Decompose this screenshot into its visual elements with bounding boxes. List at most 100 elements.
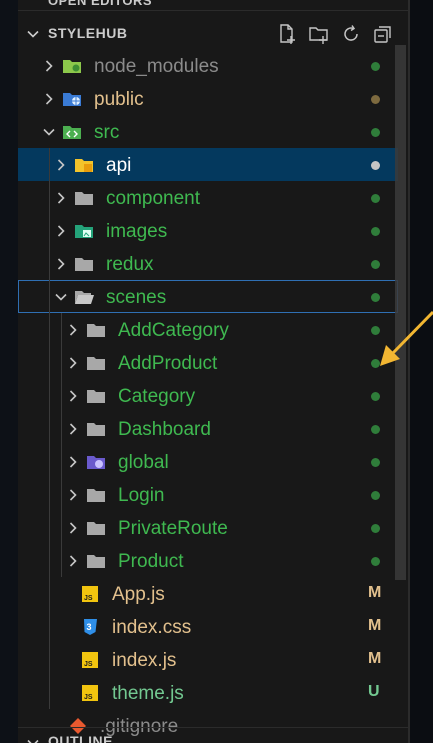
folder-icon bbox=[86, 519, 106, 537]
tree-folder-row[interactable]: node_modules bbox=[18, 49, 398, 82]
folder-icon bbox=[86, 321, 106, 339]
editor-edge bbox=[0, 0, 18, 743]
open-editors-label: OPEN EDITORS bbox=[48, 0, 153, 8]
tree-file-row[interactable]: JS index.js M bbox=[18, 643, 398, 676]
tree-item-label: src bbox=[94, 122, 120, 143]
svg-text:JS: JS bbox=[84, 694, 93, 701]
chevron-right-icon[interactable] bbox=[54, 224, 68, 238]
git-status-badge: U bbox=[368, 683, 380, 700]
chevron-right-icon[interactable] bbox=[66, 521, 80, 535]
tree-item-label: public bbox=[94, 89, 144, 110]
tree-folder-row[interactable]: Category bbox=[18, 379, 398, 412]
chevron-right-icon[interactable] bbox=[54, 158, 68, 172]
tree-folder-row[interactable]: AddCategory bbox=[18, 313, 398, 346]
tree-file-row[interactable]: 3 index.css M bbox=[18, 610, 398, 643]
chevron-right-icon[interactable] bbox=[66, 554, 80, 568]
tree-item-label: node_modules bbox=[94, 56, 219, 77]
tree-item-label: Dashboard bbox=[118, 419, 211, 440]
refresh-button[interactable] bbox=[338, 22, 364, 46]
tree-file-row[interactable]: JS theme.js U bbox=[18, 676, 398, 709]
tree-folder-row[interactable]: public bbox=[18, 82, 398, 115]
git-status-dot bbox=[371, 194, 380, 203]
collapse-all-icon bbox=[374, 26, 391, 43]
chevron-down-icon bbox=[27, 739, 39, 743]
tree-item-label: component bbox=[106, 188, 201, 209]
tree-item-label: PrivateRoute bbox=[118, 518, 228, 539]
tree-folder-row[interactable]: global bbox=[18, 445, 398, 478]
outline-title: OUTLINE bbox=[48, 733, 113, 743]
new-folder-button[interactable] bbox=[306, 22, 332, 46]
folder-icon bbox=[86, 354, 106, 372]
tree-folder-row[interactable]: scenes bbox=[18, 280, 398, 313]
api-folder-icon bbox=[74, 156, 94, 174]
explorer-actions bbox=[274, 22, 396, 46]
git-status-dot bbox=[371, 62, 380, 71]
chevron-right-icon[interactable] bbox=[66, 455, 80, 469]
tree-item-label: theme.js bbox=[112, 683, 184, 704]
tree-folder-row[interactable]: Product bbox=[18, 544, 398, 577]
git-status-dot bbox=[371, 95, 380, 104]
collapse-all-button[interactable] bbox=[370, 22, 396, 46]
js-file-icon: JS bbox=[80, 651, 100, 669]
git-status-dot bbox=[371, 293, 380, 302]
git-status-dot bbox=[371, 524, 380, 533]
git-status-badge: M bbox=[368, 584, 382, 601]
tree-folder-row[interactable]: AddProduct bbox=[18, 346, 398, 379]
chevron-down-icon[interactable] bbox=[54, 290, 68, 304]
tree-item-label: images bbox=[106, 221, 168, 242]
tree-folder-row[interactable]: Login bbox=[18, 478, 398, 511]
workspace-title: STYLEHUB bbox=[48, 25, 128, 41]
tree-folder-row[interactable]: api bbox=[18, 148, 398, 181]
explorer-panel: OPEN EDITORS STYLEHUB node_modules publi… bbox=[18, 0, 410, 743]
indent-guide bbox=[49, 148, 50, 709]
screenshot-stage: OPEN EDITORS STYLEHUB node_modules publi… bbox=[0, 0, 433, 743]
tree-file-row[interactable]: JS App.js M bbox=[18, 577, 398, 610]
tree-folder-row[interactable]: images bbox=[18, 214, 398, 247]
chevron-right-icon[interactable] bbox=[66, 389, 80, 403]
outline-section-header[interactable]: OUTLINE bbox=[18, 727, 410, 743]
chevron-right-icon[interactable] bbox=[66, 323, 80, 337]
svg-text:JS: JS bbox=[84, 661, 93, 668]
tree-folder-row[interactable]: component bbox=[18, 181, 398, 214]
tree-item-label: Category bbox=[118, 386, 196, 407]
chevron-right-icon[interactable] bbox=[66, 356, 80, 370]
chevron-right-icon[interactable] bbox=[66, 488, 80, 502]
new-file-button[interactable] bbox=[274, 22, 300, 46]
chevron-right-icon[interactable] bbox=[66, 422, 80, 436]
chevron-down-icon bbox=[27, 30, 39, 38]
tree-item-label: scenes bbox=[106, 287, 167, 308]
git-status-dot bbox=[371, 392, 380, 401]
tree-item-label: index.js bbox=[112, 650, 177, 671]
chevron-right-icon[interactable] bbox=[54, 257, 68, 271]
refresh-icon bbox=[344, 25, 358, 41]
svg-text:3: 3 bbox=[87, 622, 92, 632]
tree-item-label: AddCategory bbox=[118, 320, 229, 341]
open-editors-section[interactable]: OPEN EDITORS bbox=[18, 0, 410, 11]
tree-item-label: App.js bbox=[112, 584, 165, 605]
tree-scrollbar[interactable] bbox=[395, 45, 406, 580]
folder-icon bbox=[86, 387, 106, 405]
tree-folder-row[interactable]: Dashboard bbox=[18, 412, 398, 445]
node-folder-icon bbox=[62, 57, 82, 75]
chevron-down-icon[interactable] bbox=[42, 125, 56, 139]
chevron-right-icon[interactable] bbox=[42, 92, 56, 106]
tree-folder-row[interactable]: redux bbox=[18, 247, 398, 280]
git-status-dot bbox=[371, 260, 380, 269]
git-status-dot bbox=[371, 557, 380, 566]
git-status-dot bbox=[371, 458, 380, 467]
git-status-dot bbox=[371, 128, 380, 137]
chevron-right-icon[interactable] bbox=[54, 191, 68, 205]
stylehub-section-header[interactable]: STYLEHUB bbox=[18, 19, 410, 49]
svg-text:JS: JS bbox=[84, 595, 93, 602]
git-status-dot bbox=[371, 359, 380, 368]
folder-icon bbox=[86, 552, 106, 570]
tree-folder-row[interactable]: src bbox=[18, 115, 398, 148]
git-status-dot bbox=[371, 491, 380, 500]
git-status-dot bbox=[371, 326, 380, 335]
git-status-dot bbox=[371, 227, 380, 236]
folder-icon bbox=[74, 255, 94, 273]
tree-folder-row[interactable]: PrivateRoute bbox=[18, 511, 398, 544]
tree-item-label: redux bbox=[106, 254, 154, 275]
public-folder-icon bbox=[62, 90, 82, 108]
chevron-right-icon[interactable] bbox=[42, 59, 56, 73]
